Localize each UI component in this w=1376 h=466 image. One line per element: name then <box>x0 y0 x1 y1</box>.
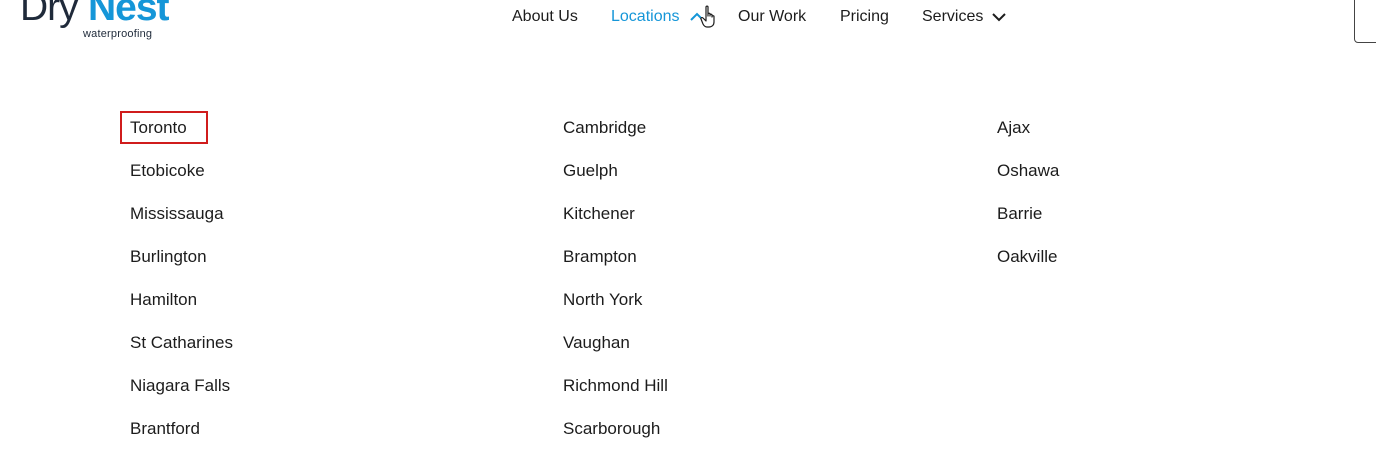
location-link[interactable]: Ajax <box>997 116 1059 159</box>
location-link[interactable]: North York <box>563 288 668 331</box>
nav-services[interactable]: Services <box>922 8 983 26</box>
location-link[interactable]: Etobicoke <box>130 159 233 202</box>
locations-column-2: Cambridge Guelph Kitchener Brampton Nort… <box>563 116 668 460</box>
location-link[interactable]: Hamilton <box>130 288 233 331</box>
locations-column-3: Ajax Oshawa Barrie Oakville <box>997 116 1059 288</box>
location-link[interactable]: Burlington <box>130 245 233 288</box>
header-cta-button-edge[interactable] <box>1354 0 1376 43</box>
location-link[interactable]: Barrie <box>997 202 1059 245</box>
location-link[interactable]: Scarborough <box>563 417 668 460</box>
chevron-down-icon[interactable] <box>991 9 1007 25</box>
location-link[interactable]: Mississauga <box>130 202 233 245</box>
nav-about-us[interactable]: About Us <box>512 8 578 26</box>
location-link[interactable]: Oshawa <box>997 159 1059 202</box>
main-nav: About Us Locations Our Work Pricing Serv… <box>0 0 1376 36</box>
nav-locations[interactable]: Locations <box>611 8 680 26</box>
nav-pricing[interactable]: Pricing <box>840 8 889 26</box>
location-link[interactable]: Niagara Falls <box>130 374 233 417</box>
location-link[interactable]: Brantford <box>130 417 233 460</box>
location-link[interactable]: Vaughan <box>563 331 668 374</box>
location-link[interactable]: Kitchener <box>563 202 668 245</box>
hand-pointer-cursor-icon <box>700 5 715 28</box>
location-link[interactable]: Cambridge <box>563 116 668 159</box>
location-link[interactable]: St Catharines <box>130 331 233 374</box>
locations-column-1: Toronto Etobicoke Mississauga Burlington… <box>130 116 233 460</box>
location-link[interactable]: Richmond Hill <box>563 374 668 417</box>
highlight-box-toronto <box>120 111 208 144</box>
nav-our-work[interactable]: Our Work <box>738 8 806 26</box>
location-link[interactable]: Guelph <box>563 159 668 202</box>
location-link[interactable]: Oakville <box>997 245 1059 288</box>
location-link[interactable]: Brampton <box>563 245 668 288</box>
